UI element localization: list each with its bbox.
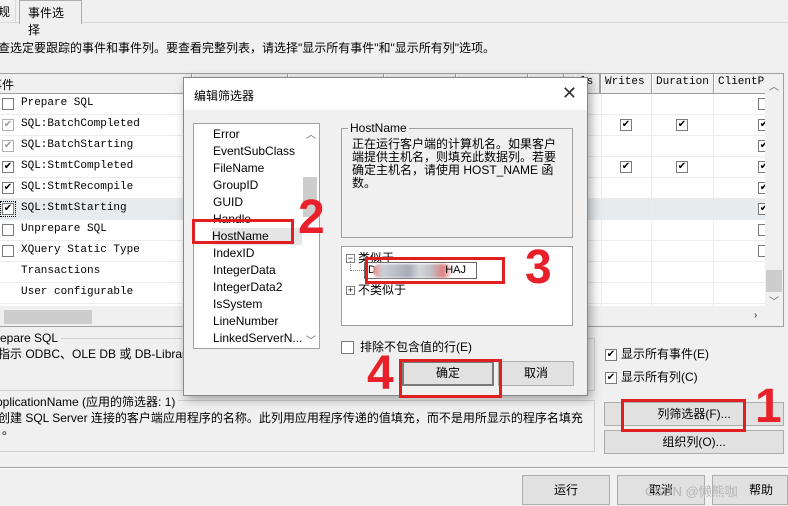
not-like-label: 不类似于 xyxy=(358,283,407,297)
annotation-box-2 xyxy=(192,219,294,244)
duration-checkbox[interactable]: ✔ xyxy=(676,161,688,173)
dialog-cancel-button[interactable]: 取消 xyxy=(498,361,574,386)
run-button[interactable]: 运行 xyxy=(522,475,610,505)
writes-checkbox[interactable]: ✔ xyxy=(620,119,632,131)
column-header-writes[interactable]: Writes xyxy=(601,74,652,93)
vertical-scrollbar[interactable]: ︿ ﹀ xyxy=(765,74,783,308)
filter-column-item[interactable]: IntegerData xyxy=(213,262,303,279)
tab-general[interactable]: 规 xyxy=(0,0,16,23)
event-checkbox[interactable]: ✔ xyxy=(2,182,14,194)
filter-column-item[interactable]: IndexID xyxy=(213,245,303,262)
annotation-number-3: 3 xyxy=(525,241,552,294)
show-all-events-label: 显示所有事件(E) xyxy=(621,347,709,361)
tab-events-selection[interactable]: 事件选择 xyxy=(19,0,82,37)
event-category-label: User configurable xyxy=(21,286,134,298)
event-description-title: repare SQL xyxy=(0,331,62,345)
filter-column-item[interactable]: LineNumber xyxy=(213,313,303,330)
scroll-down-icon[interactable]: ﹀ xyxy=(306,332,316,347)
column-header-events[interactable]: 事件 xyxy=(0,74,192,93)
annotation-number-2: 2 xyxy=(298,191,325,244)
close-icon[interactable]: ✕ xyxy=(562,83,577,103)
column-info-title: HostName xyxy=(348,121,409,135)
event-name: SQL:StmtStarting xyxy=(21,202,127,214)
filter-column-item[interactable]: IntegerData2 xyxy=(213,279,303,296)
organize-columns-button[interactable]: 组织列(O)... xyxy=(604,430,784,454)
filter-column-item[interactable]: LinkedServerN... xyxy=(213,330,303,347)
scroll-up-icon[interactable]: ︿ xyxy=(306,126,316,141)
event-checkbox[interactable] xyxy=(2,224,14,236)
exclude-empty-checkbox[interactable] xyxy=(341,341,354,355)
column-description-title: pplicationName (应用的筛选器: 1) xyxy=(0,393,179,410)
event-checkbox[interactable]: ✔ xyxy=(0,201,16,217)
event-name: SQL:BatchStarting xyxy=(21,139,134,151)
show-all-columns-option[interactable]: ✔ 显示所有列(C) xyxy=(605,368,698,385)
annotation-box-3 xyxy=(365,257,505,284)
column-header-duration[interactable]: Duration xyxy=(652,74,714,93)
column-description-text: 创建 SQL Server 连接的客户端应用程序的名称。此列用应用程序传递的值填… xyxy=(0,411,583,425)
annotation-number-1: 1 xyxy=(755,380,782,433)
event-checkbox[interactable]: ✔ xyxy=(2,119,14,131)
scrollbar-thumb[interactable] xyxy=(766,270,782,292)
filter-column-item[interactable]: FileName xyxy=(213,160,303,177)
show-all-events-checkbox[interactable]: ✔ xyxy=(605,348,617,361)
show-all-events-option[interactable]: ✔ 显示所有事件(E) xyxy=(605,345,709,362)
scrollbar-thumb[interactable] xyxy=(4,310,92,324)
filter-column-item[interactable]: IsSystem xyxy=(213,296,303,313)
filter-column-item[interactable]: GroupID xyxy=(213,177,303,194)
event-name: SQL:StmtCompleted xyxy=(21,160,134,172)
filter-column-item[interactable]: EventSubClass xyxy=(213,143,303,160)
annotation-box-1 xyxy=(621,399,746,432)
scroll-up-icon[interactable]: ︿ xyxy=(769,78,779,93)
column-description-text-end: 。 xyxy=(2,423,15,437)
event-name: SQL:StmtRecompile xyxy=(21,181,134,193)
writes-checkbox[interactable]: ✔ xyxy=(620,161,632,173)
separator xyxy=(0,467,788,469)
show-all-columns-checkbox[interactable]: ✔ xyxy=(605,371,617,384)
scroll-right-icon[interactable]: › xyxy=(754,310,757,321)
event-checkbox[interactable] xyxy=(2,245,14,257)
event-checkbox[interactable] xyxy=(2,98,14,110)
exclude-empty-option[interactable]: 排除不包含值的行(E) xyxy=(341,338,472,355)
event-name: XQuery Static Type xyxy=(21,244,140,256)
event-checkbox[interactable]: ✔ xyxy=(2,161,14,173)
instruction-text: 查选定要跟踪的事件和事件列。要查看完整列表，请选择"显示所有事件"和"显示所有列… xyxy=(0,41,496,55)
column-header-clientpr[interactable]: ClientPr xyxy=(714,74,767,93)
event-category-label: Transactions xyxy=(21,265,101,277)
annotation-box-4 xyxy=(399,359,502,398)
filter-column-item[interactable]: Error xyxy=(213,126,303,143)
show-all-columns-label: 显示所有列(C) xyxy=(621,370,698,384)
column-info-box: HostName 正在运行客户端的计算机名。如果客户端提供主机名，则填充此数据列… xyxy=(341,121,573,238)
watermark: CSDN @懒熊咖 xyxy=(645,484,738,499)
column-description-group: pplicationName (应用的筛选器: 1) 创建 SQL Server… xyxy=(0,393,595,452)
event-checkbox[interactable]: ✔ xyxy=(2,140,14,152)
event-name: SQL:BatchCompleted xyxy=(21,118,140,130)
event-name: Prepare SQL xyxy=(21,97,94,109)
event-description-text: 指示 ODBC、OLE DB 或 DB-Library 将 xyxy=(0,347,208,361)
annotation-number-4: 4 xyxy=(367,347,394,400)
dialog-titlebar: 编辑筛选器 ✕ xyxy=(184,78,587,110)
tab-strip: 规 事件选择 xyxy=(0,0,788,37)
expand-icon[interactable]: + xyxy=(346,286,355,296)
filter-column-item[interactable]: GUID xyxy=(213,194,303,211)
dialog-title: 编辑筛选器 xyxy=(194,89,255,103)
duration-checkbox[interactable]: ✔ xyxy=(676,119,688,131)
column-info-text: 正在运行客户端的计算机名。如果客户端提供主机名，则填充此数据列。若要确定主机名，… xyxy=(352,137,557,190)
event-name: Unprepare SQL xyxy=(21,223,107,235)
